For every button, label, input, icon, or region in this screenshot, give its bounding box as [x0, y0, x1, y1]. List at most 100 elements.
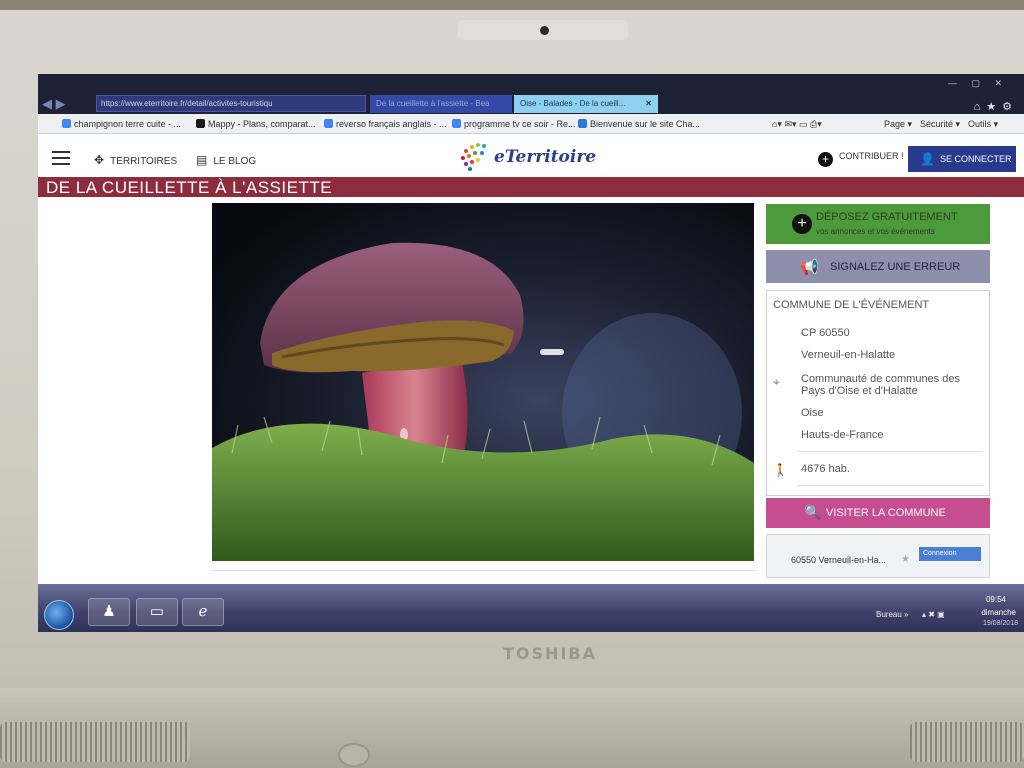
close-icon[interactable]: ✕ [645, 99, 652, 108]
report-error-label: SIGNALEZ UNE ERREUR [830, 261, 961, 273]
taskbar-app-chess[interactable]: ♟ [88, 598, 130, 626]
folder-icon: ▭ [149, 603, 165, 620]
nav-territoires[interactable]: ✥ TERRITOIRES [94, 153, 177, 167]
windows-taskbar: ♟ ▭ ℯ Bureau » ▴ ✖ ▣ 09:54 dimanche 19/0… [38, 584, 1024, 632]
desktop-toolbar[interactable]: Bureau » [876, 610, 908, 619]
visit-commune-button[interactable]: 🔍 VISITER LA COMMUNE [766, 498, 990, 528]
toolbar-icons[interactable]: ⌂▾ ✉▾ ▭ ⎙▾ [772, 119, 822, 130]
tab-oise-balades[interactable]: ✕ Oise - Balades - De la cueill... [514, 95, 658, 113]
menu-tools[interactable]: Outils ▾ [968, 119, 998, 130]
login-label: SE CONNECTER [940, 154, 1012, 164]
nav-blog[interactable]: ▤ LE BLOG [196, 153, 256, 167]
login-button[interactable]: 👤 SE CONNECTER [908, 146, 1016, 172]
nav-label: TERRITOIRES [110, 156, 178, 167]
nav-label: LE BLOG [213, 156, 257, 167]
plus-icon: + [818, 152, 833, 167]
separator [797, 485, 983, 486]
commune-department: Oise [801, 407, 824, 419]
favorite-link[interactable]: Bienvenue sur le site Cha... [578, 119, 700, 129]
star-icon[interactable]: ★ [901, 554, 910, 565]
favorite-label: reverso français anglais - ... [336, 119, 447, 129]
favorites-bar: champignon terre cuite - ... Mappy - Pla… [38, 114, 1024, 134]
google-icon [452, 119, 461, 128]
site-header: ✥ TERRITOIRES ▤ LE BLOG eTerritoire + CONTR… [38, 135, 1024, 177]
power-button[interactable] [338, 743, 370, 767]
menu-page[interactable]: Page ▾ [884, 119, 912, 130]
tab-label: De la cueillette à l'assiette - Bea [376, 99, 490, 108]
page-title-bar: DE LA CUEILLETTE À L'ASSIETTE [38, 177, 1024, 197]
commune-name: Verneuil-en-Halatte [801, 349, 896, 361]
browser-titlebar: — ▢ ✕ ◀ ▶ https://www.eterritoire.fr/det… [38, 74, 1024, 114]
deposit-title: DÉPOSEZ GRATUITEMENT [816, 211, 958, 223]
favorite-label: champignon terre cuite - ... [74, 119, 182, 129]
laptop-screen: — ▢ ✕ ◀ ▶ https://www.eterritoire.fr/det… [38, 74, 1024, 632]
content-divider [212, 570, 756, 582]
person-icon: 🚶 [773, 463, 788, 477]
favorite-label: Bienvenue sur le site Cha... [590, 119, 701, 129]
favorite-link[interactable]: champignon terre cuite - ... [62, 119, 181, 129]
site-logo[interactable]: eTerritoire [458, 141, 618, 173]
clock-date: 19/08/2018 [982, 620, 1018, 627]
webcam [540, 26, 549, 35]
hamburger-icon[interactable] [52, 151, 70, 165]
commune-panel: COMMUNE DE L'ÉVÉNEMENT CP 60550 Verneuil… [766, 290, 990, 496]
home-star-gear-icons[interactable]: ⌂★⚙ [974, 100, 1018, 113]
commune-population: 4676 hab. [801, 463, 850, 475]
deposit-button[interactable]: + DÉPOSEZ GRATUITEMENT vos annonces et v… [766, 204, 990, 244]
start-button[interactable] [44, 600, 74, 630]
map-connect-button[interactable]: Connexion [919, 547, 981, 561]
favorite-link[interactable]: Mappy - Plans, comparat... [196, 119, 316, 129]
tray-icons[interactable]: ▴ ✖ ▣ [922, 610, 945, 619]
ie-icon [578, 119, 587, 128]
connect-label: Connexion [923, 550, 957, 557]
window-controls[interactable]: — ▢ ✕ [948, 78, 1008, 89]
deposit-subtitle: vos annonces et vos événements [816, 227, 935, 236]
ie-icon: ℯ [198, 603, 208, 620]
tab-cueillette[interactable]: De la cueillette à l'assiette - Bea [370, 95, 512, 113]
commune-postal: CP 60550 [801, 327, 850, 339]
tab-label: Oise - Balades - De la cueill... [520, 99, 626, 108]
favorite-link[interactable]: reverso français anglais - ... [324, 119, 447, 129]
megaphone-icon: 📢 [800, 259, 819, 276]
visit-label: VISITER LA COMMUNE [826, 507, 946, 519]
background-wall [0, 0, 1024, 10]
back-forward-icons[interactable]: ◀ ▶ [42, 96, 66, 112]
address-text: https://www.eterritoire.fr/detail/activi… [101, 99, 273, 108]
mushroom-photo [212, 203, 754, 561]
taskbar-app-ie[interactable]: ℯ [182, 598, 224, 626]
contribute-label: CONTRIBUER ! [839, 151, 904, 161]
menu-security[interactable]: Sécurité ▾ [920, 119, 960, 130]
hero-image [212, 203, 754, 561]
favorite-label: programme tv ce soir - Re... [464, 119, 576, 129]
contribute-button[interactable]: + CONTRIBUER ! [818, 151, 904, 167]
report-error-button[interactable]: 📢 SIGNALEZ UNE ERREUR [766, 250, 990, 283]
location-pin-icon: ⌖ [773, 375, 780, 389]
map-place-label: 60550 Verneuil-en-Ha... [791, 555, 887, 565]
chess-icon: ♟ [102, 603, 116, 620]
speaker-grille-left [0, 722, 190, 762]
google-icon [62, 119, 71, 128]
address-bar[interactable]: https://www.eterritoire.fr/detail/activi… [96, 95, 366, 112]
clock-day: dimanche [981, 608, 1016, 617]
taskbar-app-explorer[interactable]: ▭ [136, 598, 178, 626]
speaker-grille-right [910, 722, 1024, 762]
commune-region: Hauts-de-France [801, 429, 884, 441]
page-title: DE LA CUEILLETTE À L'ASSIETTE [46, 178, 333, 197]
commune-community: Communauté de communes des Pays d'Oise e… [801, 373, 960, 397]
binoculars-icon: ✥ [94, 153, 105, 167]
mappy-icon [196, 119, 205, 128]
logo-text: eTerritoire [494, 147, 597, 167]
laptop-brand-logo: TOSHIBA [503, 644, 597, 663]
google-icon [324, 119, 333, 128]
favorite-link[interactable]: programme tv ce soir - Re... [452, 119, 576, 129]
blog-icon: ▤ [196, 153, 208, 167]
map-widget[interactable]: 60550 Verneuil-en-Ha... ★ Connexion [766, 534, 990, 578]
desktop-label: Bureau [876, 610, 902, 619]
search-icon: 🔍 [804, 504, 822, 520]
user-icon: 👤 [920, 152, 935, 166]
plus-icon: + [792, 214, 812, 234]
separator [797, 451, 983, 452]
favorite-label: Mappy - Plans, comparat... [208, 119, 316, 129]
clock-time[interactable]: 09:54 [986, 595, 1006, 604]
commune-heading: COMMUNE DE L'ÉVÉNEMENT [773, 299, 930, 311]
